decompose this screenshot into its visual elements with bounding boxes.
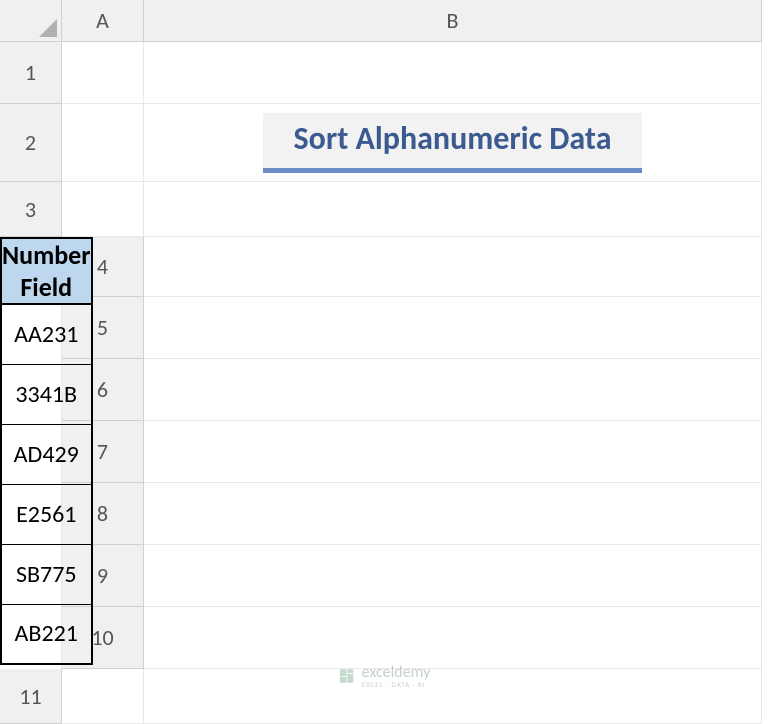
row-header-3[interactable]: 3: [0, 182, 62, 237]
table-row: 3341B: [1, 364, 92, 424]
table-row: E2561: [1, 484, 92, 544]
cell-a10[interactable]: [144, 607, 762, 669]
cell-a8[interactable]: [144, 483, 762, 545]
cell-a7[interactable]: [144, 421, 762, 483]
cell-a5[interactable]: [144, 297, 762, 359]
table-row: AB221: [1, 604, 92, 664]
table-row: AD429: [1, 424, 92, 484]
cell-b2[interactable]: Sort Alphanumeric Data: [144, 104, 762, 182]
logo-icon: [338, 667, 356, 685]
table-cell[interactable]: SB775: [1, 544, 92, 604]
table-body: AA2313341BAD429E2561SB775AB221: [1, 304, 92, 664]
cell-a3[interactable]: [62, 182, 144, 237]
table-cell[interactable]: 3341B: [1, 364, 92, 424]
table-cell[interactable]: AB221: [1, 604, 92, 664]
table-cell[interactable]: AA231: [1, 304, 92, 364]
cell-b11[interactable]: [144, 669, 762, 724]
spreadsheet-grid: A B 1 2 Sort Alphanumeric Data 3 4 Numbe…: [0, 0, 768, 724]
row-header-2[interactable]: 2: [0, 104, 62, 182]
table-row: SB775: [1, 544, 92, 604]
cell-a2[interactable]: [62, 104, 144, 182]
row-header-11[interactable]: 11: [0, 669, 62, 724]
table-header[interactable]: Number Field: [1, 238, 92, 304]
cell-b4[interactable]: Number Field AA2313341BAD429E2561SB775AB…: [0, 237, 62, 669]
page-title: Sort Alphanumeric Data: [263, 113, 641, 173]
cell-a11[interactable]: [62, 669, 144, 724]
cell-a9[interactable]: [144, 545, 762, 607]
watermark-tagline: EXCEL · DATA · BI: [362, 680, 431, 689]
column-header-a[interactable]: A: [62, 0, 144, 42]
table-row: AA231: [1, 304, 92, 364]
cell-b1[interactable]: [144, 42, 762, 104]
cell-b3[interactable]: [144, 182, 762, 237]
column-header-b[interactable]: B: [144, 0, 762, 42]
cell-a1[interactable]: [62, 42, 144, 104]
data-table: Number Field AA2313341BAD429E2561SB775AB…: [0, 237, 93, 665]
watermark: exceldemy EXCEL · DATA · BI: [338, 663, 431, 689]
table-cell[interactable]: AD429: [1, 424, 92, 484]
row-header-1[interactable]: 1: [0, 42, 62, 104]
cell-a4[interactable]: [144, 237, 762, 297]
select-all-corner[interactable]: [0, 0, 62, 42]
table-cell[interactable]: E2561: [1, 484, 92, 544]
cell-a6[interactable]: [144, 359, 762, 421]
